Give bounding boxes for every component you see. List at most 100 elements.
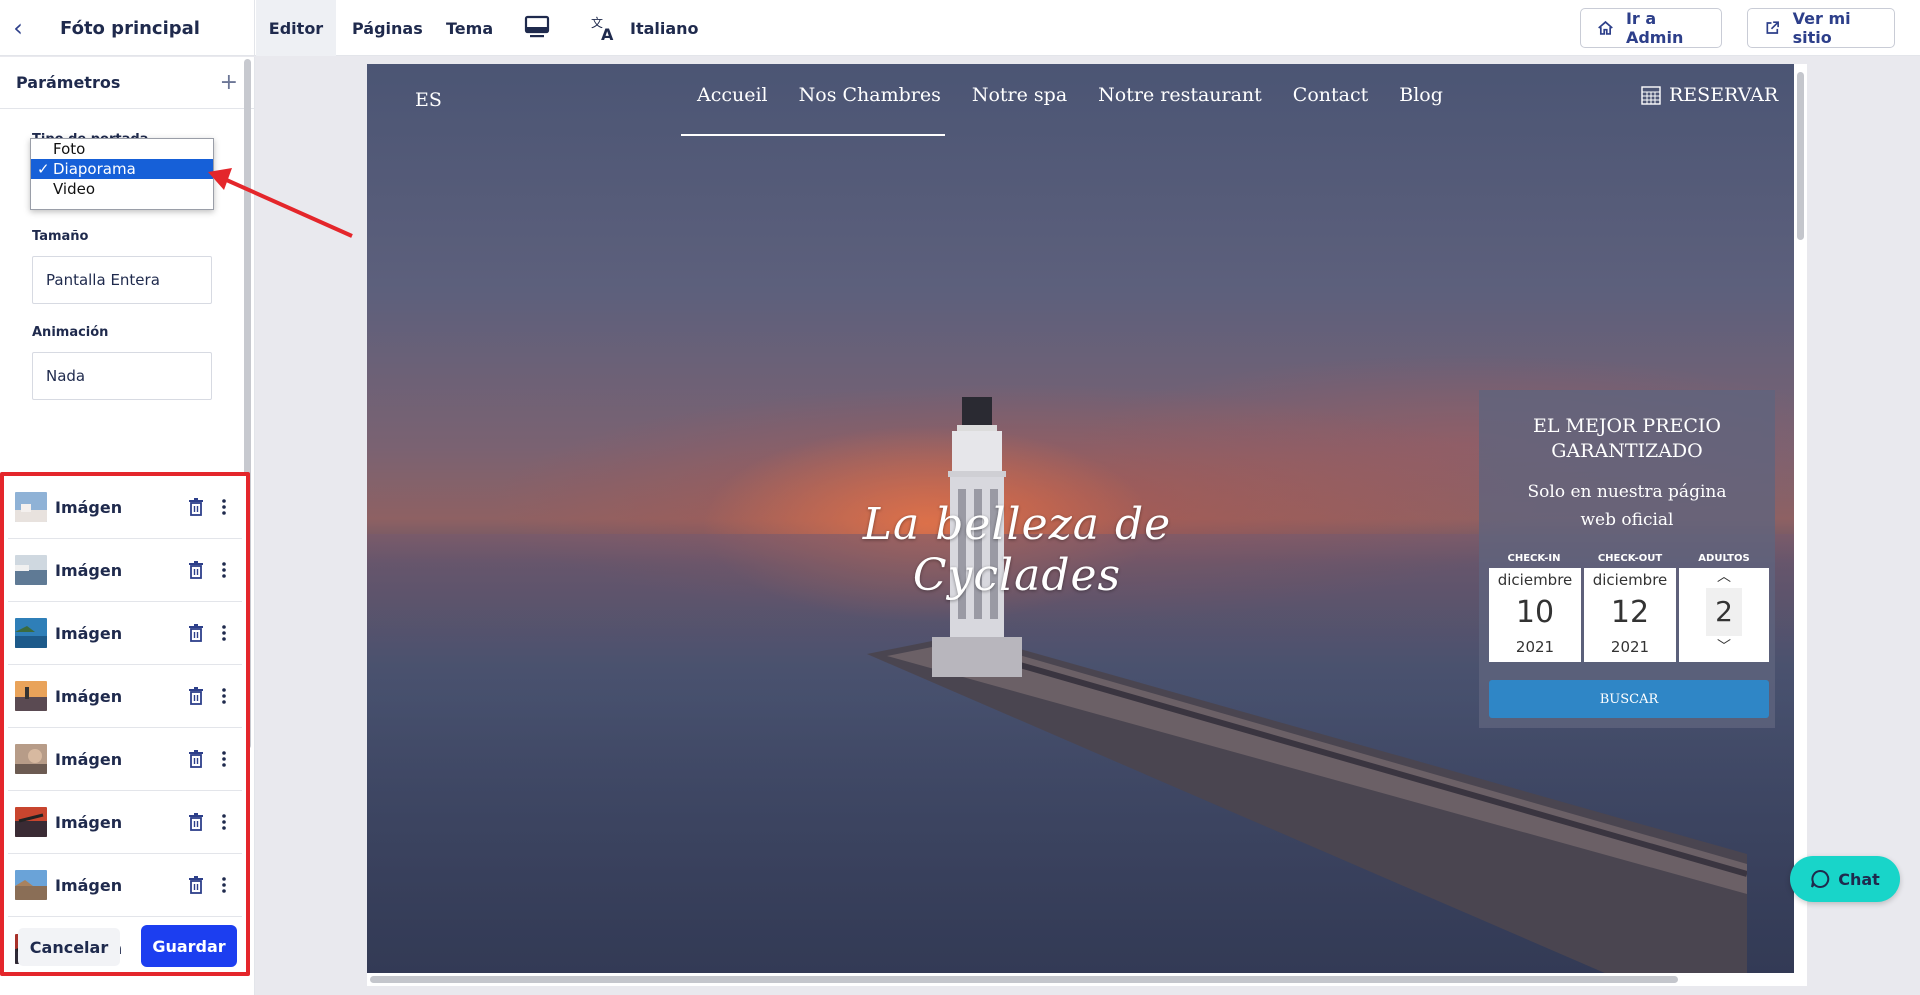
plus-icon[interactable]: + bbox=[220, 70, 238, 95]
widget-title: EL MEJOR PRECIO GARANTIZADO bbox=[1533, 415, 1721, 462]
image-row[interactable]: Imágen bbox=[8, 854, 242, 917]
more-options-icon[interactable] bbox=[222, 877, 226, 893]
translate-icon: 文 A bbox=[591, 15, 614, 42]
more-options-icon[interactable] bbox=[222, 499, 226, 515]
image-thumbnail bbox=[15, 555, 47, 585]
image-row[interactable]: Imágen bbox=[8, 476, 242, 539]
view-site-button[interactable]: Ver mi sitio bbox=[1747, 8, 1895, 48]
more-options-icon[interactable] bbox=[222, 751, 226, 767]
checkout-date[interactable]: diciembre 12 2021 bbox=[1584, 568, 1676, 662]
adults-value: 2 bbox=[1706, 588, 1742, 636]
trash-icon[interactable] bbox=[188, 750, 204, 768]
trash-icon[interactable] bbox=[188, 498, 204, 516]
image-row[interactable]: Imágen bbox=[8, 602, 242, 665]
svg-text:A: A bbox=[601, 25, 614, 42]
dropdown-option-diaporama[interactable]: ✓ Diaporama bbox=[31, 159, 213, 179]
image-row[interactable]: Imágen bbox=[8, 665, 242, 728]
preview-nav-contact[interactable]: Contact bbox=[1293, 84, 1368, 106]
dropdown-option-foto[interactable]: Foto bbox=[31, 139, 213, 159]
more-options-icon[interactable] bbox=[222, 562, 226, 578]
site-preview: ES Accueil Nos Chambres Notre spa Notre … bbox=[367, 64, 1807, 974]
image-thumbnail bbox=[15, 870, 47, 900]
dropdown-option-video[interactable]: Video bbox=[31, 179, 213, 199]
widget-subtitle: Solo en nuestra página web oficial bbox=[1527, 482, 1727, 530]
back-chevron-icon[interactable]: ‹ bbox=[0, 0, 36, 56]
admin-button-label: Ir a Admin bbox=[1625, 9, 1684, 47]
reserve-label: RESERVAR bbox=[1669, 84, 1779, 106]
chat-label: Chat bbox=[1838, 869, 1880, 889]
chevron-down-icon[interactable]: ﹀ bbox=[1679, 638, 1769, 656]
image-row-label: Imágen bbox=[55, 623, 123, 643]
image-row-label: Imágen bbox=[55, 686, 123, 706]
preview-nav-chambres[interactable]: Nos Chambres bbox=[799, 84, 941, 106]
adults-stepper: ︿ 2 ﹀ bbox=[1679, 568, 1769, 662]
animation-label: Animación bbox=[32, 325, 109, 340]
preview-nav-blog[interactable]: Blog bbox=[1399, 84, 1443, 106]
params-header: Parámetros + bbox=[0, 57, 254, 109]
admin-button[interactable]: Ir a Admin bbox=[1580, 8, 1722, 48]
chat-bubble-icon bbox=[1811, 869, 1830, 888]
trash-icon[interactable] bbox=[188, 876, 204, 894]
image-row[interactable]: Imágen bbox=[8, 539, 242, 602]
save-button[interactable]: Guardar bbox=[141, 925, 237, 967]
chat-button[interactable]: Chat bbox=[1790, 856, 1900, 902]
image-row[interactable]: Imágen bbox=[8, 728, 242, 791]
checkmark-icon: ✓ bbox=[37, 160, 50, 178]
image-row-label: Imágen bbox=[55, 497, 123, 517]
cancel-button[interactable]: Cancelar bbox=[18, 928, 120, 966]
preview-nav-restaurant[interactable]: Notre restaurant bbox=[1098, 84, 1262, 106]
trash-icon[interactable] bbox=[188, 561, 204, 579]
panel-title: Fóto principal bbox=[60, 17, 200, 39]
image-row-label: Imágen bbox=[55, 875, 123, 895]
image-thumbnail bbox=[15, 618, 47, 648]
chevron-up-icon[interactable]: ︿ bbox=[1679, 568, 1769, 586]
trash-icon[interactable] bbox=[188, 687, 204, 705]
checkout-year: 2021 bbox=[1610, 638, 1650, 656]
language-label: Italiano bbox=[630, 18, 699, 38]
image-thumbnail bbox=[15, 681, 47, 711]
search-button[interactable]: BUSCAR bbox=[1489, 680, 1769, 718]
image-list: Imágen Imágen Imágen Imágen Imágen Imáge… bbox=[0, 472, 250, 976]
reserve-button[interactable]: RESERVAR bbox=[1641, 84, 1778, 106]
checkin-year: 2021 bbox=[1515, 638, 1555, 656]
image-row-label: Imágen bbox=[55, 812, 123, 832]
preview-language[interactable]: ES bbox=[415, 89, 442, 111]
tab-tema[interactable]: Tema bbox=[446, 0, 493, 56]
checkin-month: diciembre bbox=[1497, 571, 1573, 589]
adults-label: ADULTOS bbox=[1698, 553, 1750, 564]
preview-nav-spa[interactable]: Notre spa bbox=[972, 84, 1067, 106]
params-title: Parámetros bbox=[16, 73, 121, 92]
image-thumbnail bbox=[15, 492, 47, 522]
tab-editor[interactable]: Editor bbox=[256, 0, 336, 56]
external-link-icon bbox=[1766, 21, 1779, 34]
trash-icon[interactable] bbox=[188, 813, 204, 831]
size-select[interactable]: Pantalla Entera bbox=[32, 256, 212, 304]
trash-icon[interactable] bbox=[188, 624, 204, 642]
language-selector[interactable]: 文 A Italiano bbox=[590, 12, 699, 44]
panel-header: ‹ Fóto principal bbox=[0, 0, 255, 56]
more-options-icon[interactable] bbox=[222, 688, 226, 704]
image-thumbnail bbox=[15, 744, 47, 774]
home-icon bbox=[1598, 20, 1613, 35]
animation-select[interactable]: Nada bbox=[32, 352, 212, 400]
calendar-icon bbox=[1641, 86, 1661, 105]
image-row[interactable]: Imágen bbox=[8, 791, 242, 854]
more-options-icon[interactable] bbox=[222, 814, 226, 830]
top-toolbar: ‹ Fóto principal Editor Páginas Tema 文 A… bbox=[0, 0, 1920, 56]
tab-paginas[interactable]: Páginas bbox=[352, 0, 423, 56]
hero-title: La belleza de Cyclades bbox=[862, 499, 1172, 601]
active-nav-underline bbox=[681, 134, 945, 136]
desktop-icon[interactable] bbox=[524, 14, 550, 40]
image-row-label: Imágen bbox=[55, 749, 123, 769]
checkout-label: CHECK-OUT bbox=[1597, 553, 1663, 564]
checkin-label: CHECK-IN bbox=[1507, 553, 1561, 564]
preview-nav: Accueil Nos Chambres Notre spa Notre res… bbox=[697, 84, 1443, 106]
cover-type-dropdown[interactable]: Foto ✓ Diaporama Video bbox=[30, 138, 214, 210]
dropdown-option-label: Diaporama bbox=[53, 160, 136, 178]
checkout-day: 12 bbox=[1610, 595, 1650, 630]
preview-nav-accueil[interactable]: Accueil bbox=[697, 84, 768, 106]
preview-vertical-scroll-thumb[interactable] bbox=[1797, 72, 1804, 240]
checkin-date[interactable]: diciembre 10 2021 bbox=[1489, 568, 1581, 662]
more-options-icon[interactable] bbox=[222, 625, 226, 641]
preview-horizontal-scroll-thumb[interactable] bbox=[370, 976, 1678, 983]
